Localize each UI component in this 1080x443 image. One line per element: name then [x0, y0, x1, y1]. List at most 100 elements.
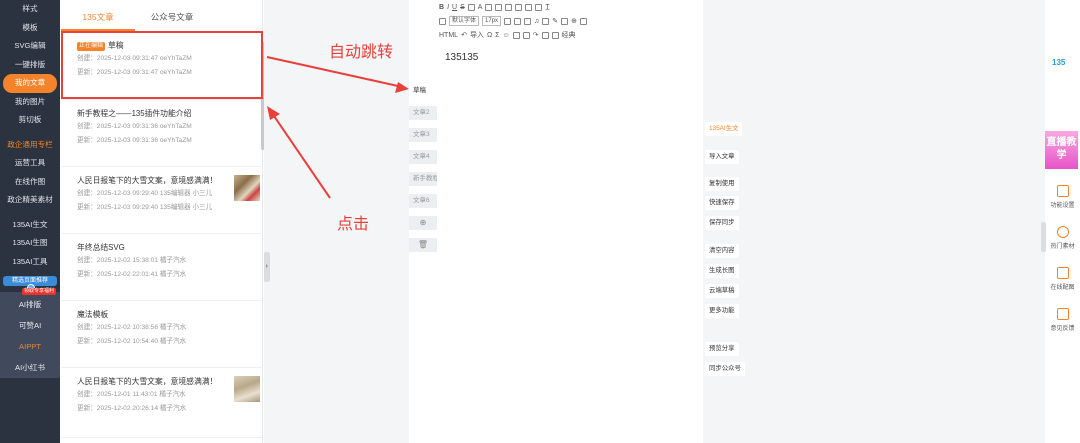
- preview-share-button[interactable]: 预览分享: [705, 342, 739, 356]
- article-card[interactable]: 人民日报笔下的大雪文案，意境感满满！ 创建：2025-12-01 11:43:0…: [61, 368, 262, 438]
- music-icon[interactable]: ♫: [534, 18, 539, 25]
- add-doc-icon[interactable]: ⊕: [409, 216, 437, 230]
- nav-item-online-drawing[interactable]: 在线作图: [0, 173, 60, 192]
- promo-banner[interactable]: 精选页面推荐: [3, 276, 57, 292]
- nav-item-gov-materials[interactable]: 政企精美素材: [0, 191, 60, 210]
- sync-wechat-button[interactable]: 同步公众号: [705, 362, 745, 376]
- bold-icon[interactable]: B: [439, 4, 444, 11]
- italic-icon[interactable]: I: [447, 4, 449, 11]
- nav-item-gov-column[interactable]: 政企通用专栏: [0, 136, 60, 155]
- nav-item-style[interactable]: 样式: [0, 0, 60, 19]
- article-title-row: 正在编辑 草稿: [77, 40, 262, 52]
- video-icon[interactable]: [524, 17, 532, 25]
- classic-mode-button[interactable]: 经典: [562, 30, 576, 40]
- quote-icon[interactable]: [505, 3, 513, 11]
- feedback-tool[interactable]: 意见反馈: [1045, 308, 1080, 332]
- doc-icon[interactable]: [439, 17, 446, 25]
- nav-item-ai-image[interactable]: 135AI生图: [0, 234, 60, 253]
- nav-item-ai-ppt[interactable]: AIPPT: [0, 336, 60, 357]
- ai-text-button[interactable]: 135AI生文: [705, 122, 743, 136]
- text-style-icon[interactable]: T̲: [545, 4, 549, 11]
- import-article-button[interactable]: 导入文章: [705, 150, 739, 164]
- doc-tab[interactable]: 文章2: [409, 106, 437, 120]
- article-thumbnail: [234, 376, 260, 402]
- nav-item-ai-xiaohongshu[interactable]: AI小红书: [0, 357, 60, 378]
- font-color-icon[interactable]: A: [478, 4, 483, 11]
- tab-135-articles[interactable]: 135文章: [61, 0, 135, 31]
- clear-content-button[interactable]: 清空内容: [705, 244, 739, 258]
- nav-item-clipboard[interactable]: 剪切板: [0, 111, 60, 130]
- html-button[interactable]: HTML: [439, 32, 458, 39]
- sum-icon[interactable]: Σ: [495, 32, 499, 39]
- underline-icon[interactable]: U: [452, 4, 457, 11]
- omega-icon[interactable]: Ω: [487, 32, 492, 39]
- nav-item-kezan-ai[interactable]: 可赞AI: [0, 315, 60, 336]
- article-card[interactable]: 魔法模板 创建：2025-12-02 10:38:56 橘子汽水 更新：2025…: [61, 301, 262, 368]
- save-sync-button[interactable]: 保存同步: [705, 216, 739, 230]
- font-family-select[interactable]: 默认字体: [449, 16, 480, 26]
- nav-item-ai-text[interactable]: 135AI生文: [0, 216, 60, 235]
- crop-icon[interactable]: [580, 17, 588, 25]
- feature-settings-tool[interactable]: 功能设置: [1045, 185, 1080, 209]
- align-icon[interactable]: [467, 3, 475, 11]
- delete-doc-icon[interactable]: 🗑: [409, 238, 437, 252]
- article-title: 草稿: [108, 41, 124, 50]
- long-image-button[interactable]: 生成长图: [705, 264, 739, 278]
- collapse-handle[interactable]: [264, 252, 270, 282]
- clear-icon[interactable]: [522, 31, 530, 39]
- zoom-icon[interactable]: ⊕: [571, 17, 577, 25]
- article-updated: 更新：2025-12-02 20:26:14 橘子汽水: [77, 405, 187, 412]
- strike-icon[interactable]: S: [460, 4, 465, 11]
- doc-tab[interactable]: 文章3: [409, 128, 437, 142]
- nav-item-svg-editor[interactable]: SVG编辑: [0, 37, 60, 56]
- font-size-select[interactable]: 17px: [482, 16, 502, 26]
- doc-tab[interactable]: 文章4: [409, 150, 437, 164]
- doc-tab[interactable]: 新手教程: [409, 172, 437, 186]
- more-features-button[interactable]: 更多功能: [705, 304, 739, 318]
- nav-item-ai-layout[interactable]: AI排版: [0, 294, 60, 315]
- editor-content[interactable]: 135135: [445, 52, 478, 63]
- redo-icon[interactable]: ↷: [533, 31, 539, 39]
- brush-icon[interactable]: ✎: [552, 17, 558, 25]
- justify-icon[interactable]: [515, 3, 523, 11]
- annotation-click: 点击: [337, 216, 370, 233]
- nav-item-my-images[interactable]: 我的图片: [0, 93, 60, 112]
- article-card[interactable]: 年终总结SVG 创建：2025-12-02 15:38:01 橘子汽水 更新：2…: [61, 234, 262, 301]
- nav-item-template[interactable]: 模板: [0, 19, 60, 38]
- copy-use-button[interactable]: 复制使用: [705, 177, 739, 191]
- nav-item-my-articles[interactable]: 我的文章: [3, 74, 57, 93]
- undo-icon[interactable]: ↶: [461, 31, 467, 39]
- cloud-draft-button[interactable]: 云端草稿: [705, 284, 739, 298]
- nav-item-one-click-layout[interactable]: 一键排版: [0, 56, 60, 75]
- nav-item-ai-tools[interactable]: 135AI工具: [0, 253, 60, 272]
- emoji-icon[interactable]: ☺: [503, 32, 510, 39]
- app-root: 样式 模板 SVG编辑 一键排版 我的文章 我的图片 剪切板 政企通用专栏 运营…: [0, 0, 1080, 443]
- article-thumbnail: [234, 175, 260, 201]
- line-icon[interactable]: [561, 17, 569, 25]
- link-icon[interactable]: [542, 17, 550, 25]
- article-card[interactable]: 新手教程之——135插件功能介绍 创建：2025-12-03 09:31:36 …: [61, 100, 262, 167]
- grid-settings-icon: [1056, 185, 1069, 197]
- tab-wechat-articles[interactable]: 公众号文章: [135, 0, 209, 31]
- preview-icon[interactable]: [551, 31, 559, 39]
- article-created: 创建：2025-12-02 15:38:01 橘子汽水: [77, 257, 187, 264]
- code-icon[interactable]: [535, 3, 543, 11]
- image-icon[interactable]: [504, 17, 512, 25]
- doc-tab-draft[interactable]: 草稿: [409, 84, 437, 98]
- hot-materials-tool[interactable]: 热门素材: [1045, 226, 1080, 250]
- indent-icon[interactable]: [495, 3, 503, 11]
- live-teaching-banner[interactable]: 直播教学: [1045, 131, 1078, 169]
- article-card[interactable]: 人民日报笔下的大雪文案，意境感满满！ 创建：2025-12-03 09:29:4…: [61, 167, 262, 234]
- format-icon[interactable]: [512, 31, 520, 39]
- article-created: 创建：2025-12-02 10:38:56 橘子汽水: [77, 324, 187, 331]
- nav-item-ops-tools[interactable]: 运营工具: [0, 154, 60, 173]
- online-image-tool[interactable]: 在线配图: [1045, 267, 1080, 291]
- quick-save-button[interactable]: 快速保存: [705, 196, 739, 210]
- import-button[interactable]: 导入: [470, 30, 484, 40]
- article-card[interactable]: 正在编辑 草稿 创建：2025-12-03 09:31:47 oeYhTaZM 更…: [61, 32, 262, 100]
- doc-tab[interactable]: 文章6: [409, 194, 437, 208]
- grid-icon[interactable]: [514, 17, 522, 25]
- table-icon[interactable]: [525, 3, 533, 11]
- copy-icon[interactable]: [541, 31, 549, 39]
- list-icon[interactable]: [485, 3, 493, 11]
